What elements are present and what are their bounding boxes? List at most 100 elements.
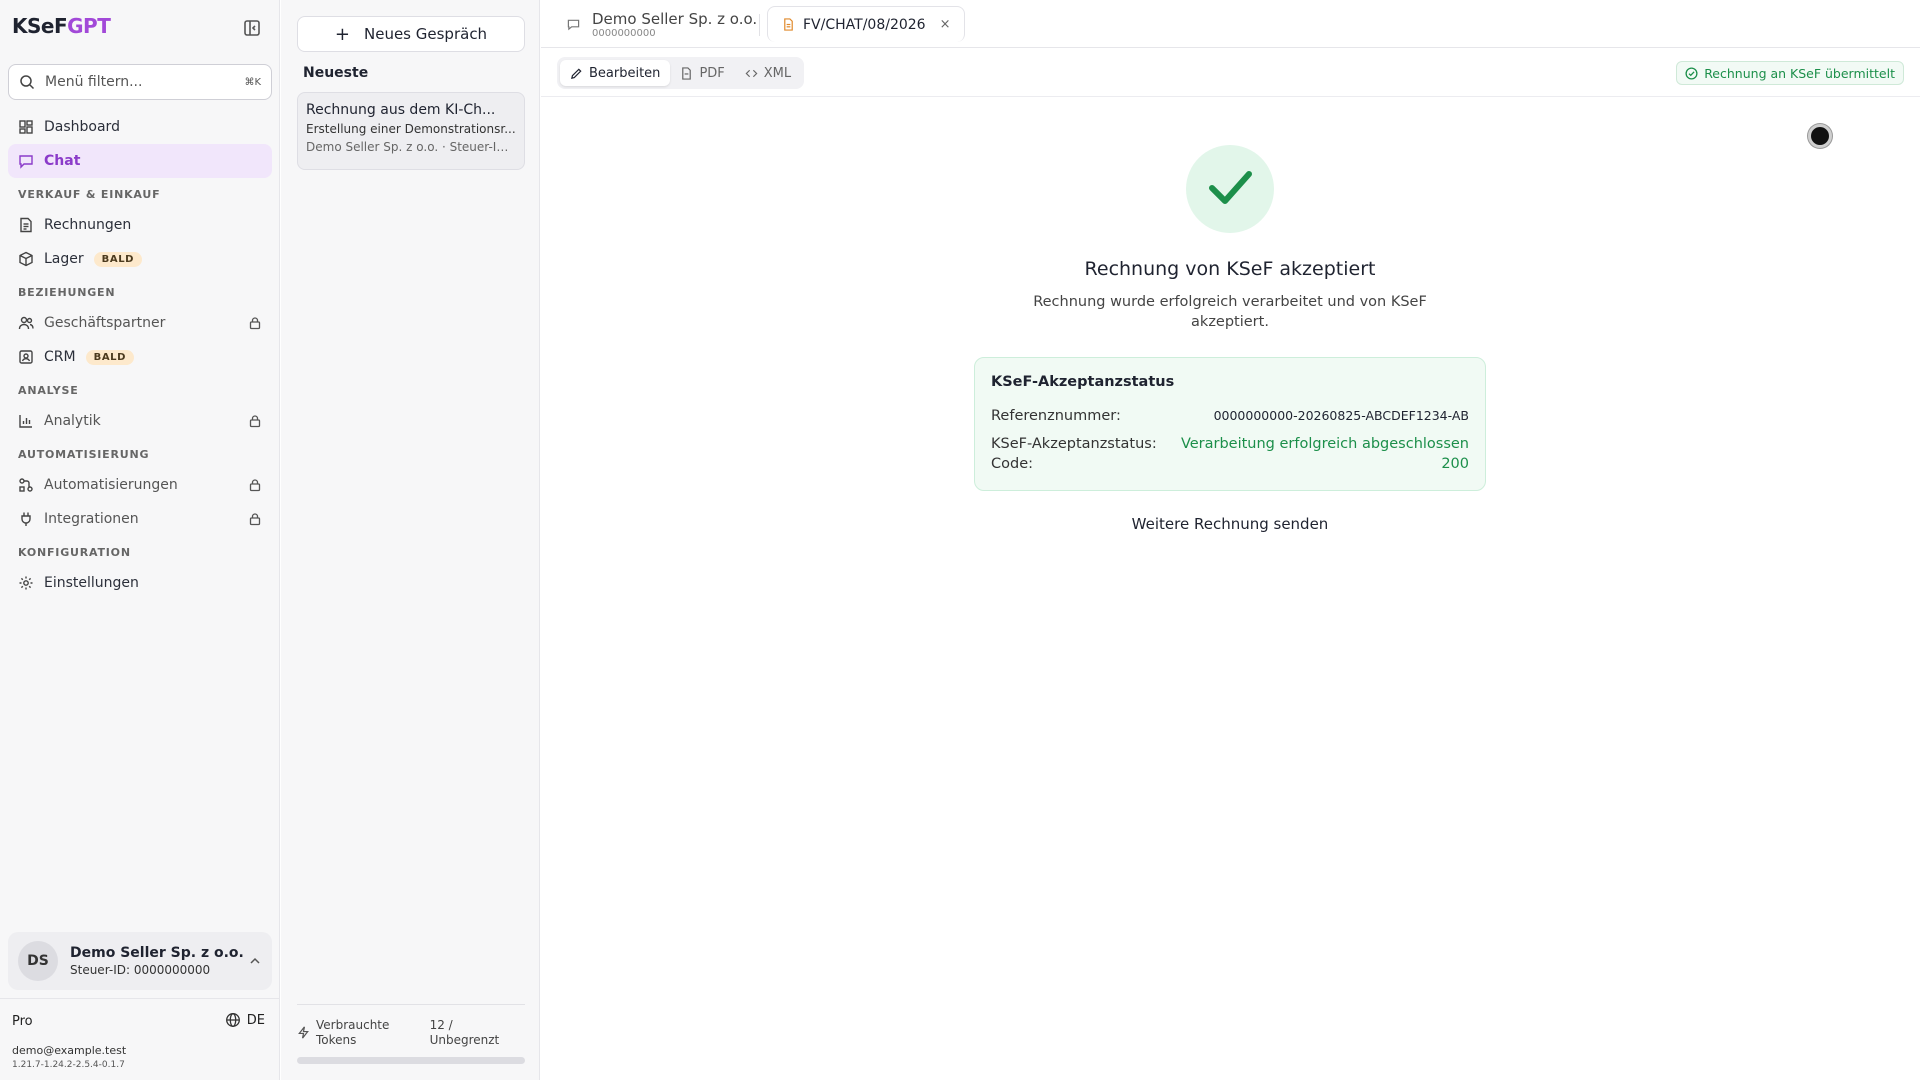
conversation-subtitle: Erstellung einer Demonstrationsr...: [306, 122, 516, 136]
sidebar-item-automations[interactable]: Automatisierungen: [8, 468, 272, 502]
status-labels: KSeF-Akzeptanzstatus: Code:: [991, 434, 1157, 474]
close-tab-icon[interactable]: ×: [940, 17, 951, 32]
code-icon: [745, 67, 758, 80]
reference-value: 0000000000-20260825-ABCDEF1234-AB: [1213, 408, 1469, 423]
app-logo[interactable]: KSeFGPT: [12, 14, 111, 38]
tokens-divider: [297, 1004, 525, 1005]
tab-company-subtitle: 0000000000: [592, 28, 656, 39]
check-circle-icon: [1685, 66, 1698, 80]
reference-label: Referenznummer:: [991, 408, 1121, 424]
chat-icon: [18, 153, 34, 169]
account-tax-id: Steuer-ID: 0000000000: [70, 963, 211, 977]
workflow-icon: [18, 477, 34, 493]
document-toolbar: Bearbeiten PDF XML Rechnung an KSeF über…: [541, 49, 1920, 97]
send-another-invoice-button[interactable]: Weitere Rechnung senden: [1110, 515, 1350, 533]
tab-company[interactable]: Demo Seller Sp. z o.o. 0000000000: [567, 10, 757, 39]
search-shortcut: ⌘K: [244, 76, 261, 88]
sidebar-divider: [0, 998, 280, 999]
submission-status-badge: Rechnung an KSeF übermittelt: [1676, 61, 1904, 85]
status-values: Verarbeitung erfolgreich abgeschlossen 2…: [1181, 434, 1469, 474]
sidebar-item-partners[interactable]: Geschäftspartner: [8, 306, 272, 340]
sidebar-nav: Dashboard Chat VERKAUF & EINKAUF Rechnun…: [8, 110, 272, 600]
coming-soon-badge: BALD: [85, 349, 135, 365]
sidebar-item-label: Automatisierungen: [44, 477, 178, 493]
gear-icon: [18, 575, 34, 591]
logo-prefix: KSeF: [12, 14, 68, 38]
code-value: 200: [1441, 456, 1469, 472]
sidebar-item-integrations[interactable]: Integrationen: [8, 502, 272, 536]
chevron-up-icon: [248, 954, 262, 968]
conversation-panel: + Neues Gespräch Neueste Rechnung aus de…: [281, 0, 540, 1080]
pdf-button[interactable]: PDF: [670, 60, 734, 86]
tokens-label: Verbrauchte Tokens: [316, 1018, 390, 1047]
sidebar-item-chat[interactable]: Chat: [8, 144, 272, 178]
account-switcher[interactable]: DS Demo Seller Sp. z o.o. Steuer-ID: 000…: [8, 932, 272, 990]
floating-action-button[interactable]: [1808, 124, 1832, 148]
conversation-item[interactable]: Rechnung aus dem KI-Ch... Erstellung ein…: [297, 92, 525, 170]
bar-chart-icon: [18, 413, 34, 429]
globe-icon: [225, 1012, 241, 1028]
xml-button[interactable]: XML: [735, 60, 801, 86]
code-label: Code:: [991, 456, 1034, 472]
tab-invoice[interactable]: FV/CHAT/08/2026 ×: [767, 6, 966, 42]
ksef-status-card: KSeF-Akzeptanzstatus Referenznummer: 000…: [974, 357, 1486, 491]
users-icon: [18, 315, 34, 331]
avatar: DS: [18, 941, 58, 981]
tab-company-text: Demo Seller Sp. z o.o. 0000000000: [592, 10, 757, 39]
section-heading-analysis: ANALYSE: [18, 384, 79, 397]
sidebar-toggle-icon[interactable]: [242, 18, 262, 38]
user-email: demo@example.test: [12, 1044, 127, 1057]
success-badge: [1186, 145, 1274, 233]
pdf-label: PDF: [699, 65, 725, 81]
checkmark-icon: [1200, 157, 1260, 221]
section-heading-configuration: KONFIGURATION: [18, 546, 131, 559]
lock-icon: [248, 512, 262, 526]
sidebar-item-label: Rechnungen: [44, 217, 132, 233]
search-placeholder: Menü filtern...: [45, 74, 143, 90]
sidebar-item-invoices[interactable]: Rechnungen: [8, 208, 272, 242]
sidebar-item-settings[interactable]: Einstellungen: [8, 566, 272, 600]
conversation-title: Rechnung aus dem KI-Ch...: [306, 102, 496, 118]
edit-label: Bearbeiten: [589, 65, 661, 81]
conversation-scrollbar[interactable]: [297, 1057, 525, 1064]
tab-separator: [759, 14, 760, 36]
tab-bar: Demo Seller Sp. z o.o. 0000000000 FV/CHA…: [541, 0, 1920, 48]
language-switcher[interactable]: DE: [225, 1012, 265, 1028]
contact-icon: [18, 349, 34, 365]
sidebar: KSeFGPT Menü filtern... ⌘K Dashboard Cha…: [0, 0, 280, 1080]
plan-label: Pro: [12, 1014, 33, 1029]
lightning-icon: [297, 1026, 310, 1039]
sidebar-item-analytics[interactable]: Analytik: [8, 404, 272, 438]
recent-heading: Neueste: [303, 65, 369, 81]
xml-label: XML: [763, 65, 792, 81]
sidebar-item-label: Chat: [44, 153, 81, 169]
menu-search-input[interactable]: Menü filtern... ⌘K: [8, 64, 272, 100]
sidebar-item-label: Geschäftspartner: [44, 315, 166, 331]
account-info: Demo Seller Sp. z o.o. Steuer-ID: 000000…: [70, 945, 248, 977]
edit-button[interactable]: Bearbeiten: [560, 60, 671, 86]
result-description: Rechnung wurde erfolgreich verarbeitet u…: [1033, 294, 1427, 330]
language-code: DE: [246, 1012, 265, 1028]
status-card-heading: KSeF-Akzeptanzstatus: [991, 374, 1175, 390]
plug-icon: [18, 511, 34, 527]
status-row: KSeF-Akzeptanzstatus: Code: Verarbeitung…: [991, 434, 1469, 474]
lock-icon: [248, 478, 262, 492]
sidebar-item-dashboard[interactable]: Dashboard: [8, 110, 272, 144]
search-icon: [19, 74, 35, 90]
token-usage: Verbrauchte Tokens 12 / Unbegrenzt: [297, 1018, 525, 1048]
new-conversation-button[interactable]: + Neues Gespräch: [297, 16, 525, 52]
result-title: Rechnung von KSeF akzeptiert: [1084, 258, 1376, 280]
sidebar-item-crm[interactable]: CRM BALD: [8, 340, 272, 374]
sidebar-item-label: Analytik: [44, 413, 101, 429]
coming-soon-badge: BALD: [93, 251, 143, 267]
new-conversation-label: Neues Gespräch: [364, 25, 488, 43]
box-icon: [18, 251, 34, 267]
reference-row: Referenznummer: 0000000000-20260825-ABCD…: [991, 406, 1469, 426]
sidebar-item-label: Dashboard: [44, 119, 120, 135]
tab-company-title: Demo Seller Sp. z o.o.: [592, 10, 758, 28]
sidebar-item-label: CRM: [44, 349, 76, 365]
sidebar-item-warehouse[interactable]: Lager BALD: [8, 242, 272, 276]
dashboard-icon: [18, 119, 34, 135]
section-heading-automation: AUTOMATISIERUNG: [18, 448, 150, 461]
lock-icon: [248, 316, 262, 330]
